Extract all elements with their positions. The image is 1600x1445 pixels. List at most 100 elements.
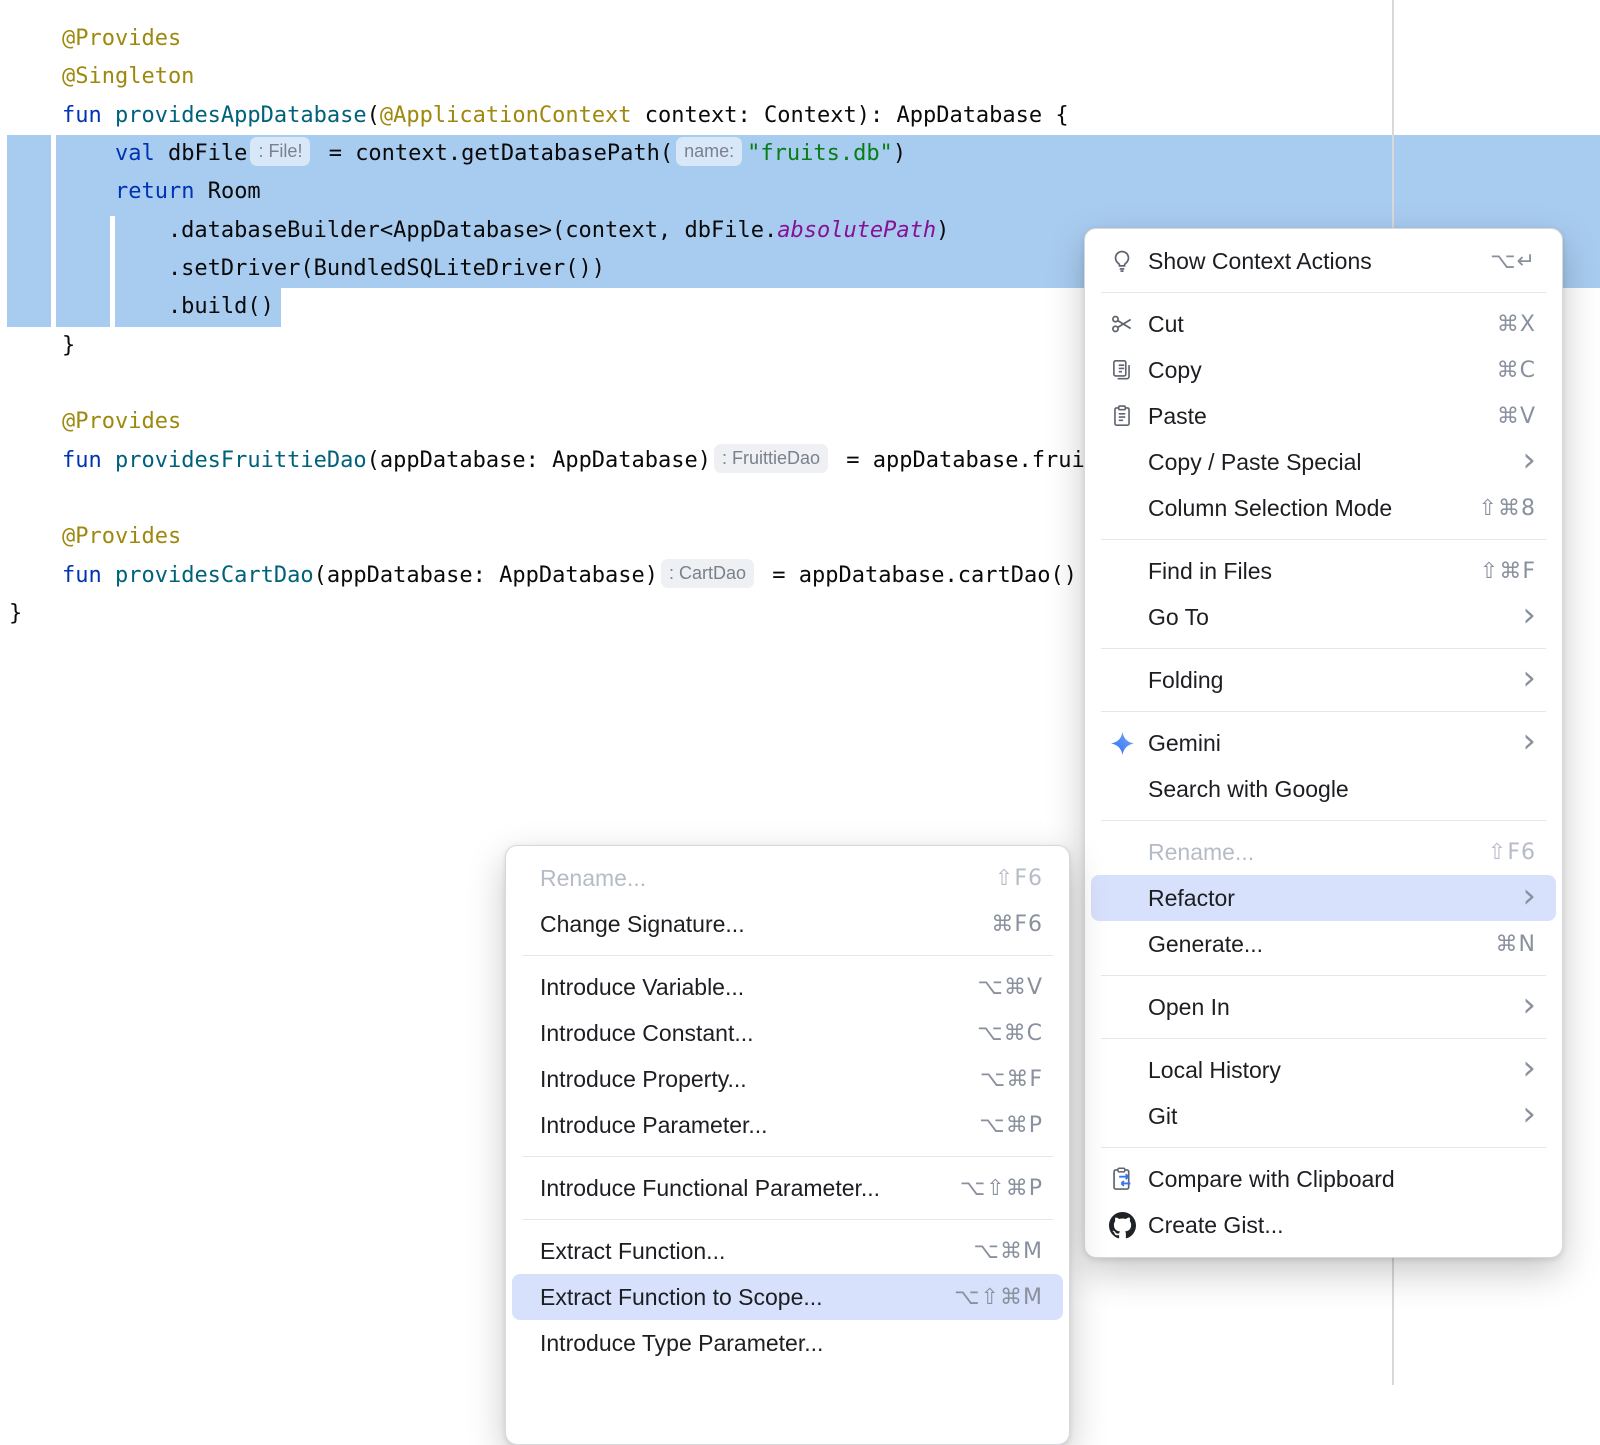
menu-item-label: Find in Files bbox=[1148, 558, 1272, 585]
shortcut-hint: ⌘C bbox=[1497, 358, 1536, 383]
code-line: @Provides bbox=[9, 403, 1204, 441]
menu-item-git[interactable]: Git› bbox=[1091, 1093, 1556, 1139]
menu-item-introduce-property[interactable]: Introduce Property...⌥⌘F bbox=[512, 1056, 1063, 1102]
shortcut-hint: ⌥⌘C bbox=[977, 1021, 1043, 1046]
menu-item-generate[interactable]: Generate... ⌘N bbox=[1091, 921, 1556, 967]
paste-icon bbox=[1109, 403, 1148, 429]
code-segment: (appDatabase: AppDatabase) bbox=[314, 563, 658, 588]
menu-item-search-with-google[interactable]: Search with Google bbox=[1091, 766, 1556, 812]
menu-item-extract-function[interactable]: Extract Function...⌥⌘M bbox=[512, 1228, 1063, 1274]
shortcut-hint: ⇧F6 bbox=[995, 866, 1043, 891]
menu-item-label: Local History bbox=[1148, 1057, 1281, 1084]
menu-item-label: Extract Function to Scope... bbox=[540, 1284, 823, 1311]
menu-item-introduce-variable[interactable]: Introduce Variable...⌥⌘V bbox=[512, 964, 1063, 1010]
code-segment: context: Context): AppDatabase { bbox=[632, 103, 1069, 128]
menu-item-find-in-files[interactable]: Find in Files ⇧⌘F bbox=[1091, 548, 1556, 594]
menu-item-introduce-type-parameter[interactable]: Introduce Type Parameter... bbox=[512, 1320, 1063, 1366]
menu-item-label: Copy / Paste Special bbox=[1148, 449, 1362, 476]
code-line: fun providesAppDatabase(@ApplicationCont… bbox=[9, 97, 1204, 135]
menu-separator bbox=[1101, 1038, 1546, 1039]
code-segment: } bbox=[9, 333, 75, 358]
code-segment: @ApplicationContext bbox=[380, 103, 632, 128]
menu-item-go-to[interactable]: Go To › bbox=[1091, 594, 1556, 640]
code-segment: Room bbox=[194, 179, 260, 204]
shortcut-hint: ⌘V bbox=[1497, 404, 1536, 429]
inlay-hint: : CartDao bbox=[661, 559, 754, 588]
shortcut-hint: ⌥⌘P bbox=[979, 1113, 1043, 1138]
menu-item-compare-with-clipboard[interactable]: Compare with Clipboard bbox=[1091, 1156, 1556, 1202]
shortcut-hint: ⌥↵ bbox=[1490, 249, 1536, 274]
menu-item-label: Show Context Actions bbox=[1148, 248, 1372, 275]
menu-item-label: Gemini bbox=[1148, 730, 1221, 757]
code-segment: providesAppDatabase bbox=[115, 103, 367, 128]
code-segment: val bbox=[115, 141, 168, 166]
code-segment bbox=[9, 448, 62, 473]
menu-item-change-signature[interactable]: Change Signature...⌘F6 bbox=[512, 901, 1063, 947]
menu-separator bbox=[1101, 820, 1546, 821]
menu-item-local-history[interactable]: Local History› bbox=[1091, 1047, 1556, 1093]
chevron-right-icon: › bbox=[1522, 731, 1536, 751]
menu-item-extract-function-to-scope[interactable]: Extract Function to Scope...⌥⇧⌘M bbox=[512, 1274, 1063, 1320]
inlay-hint: : FruittieDao bbox=[714, 444, 828, 473]
code-line: return Room bbox=[9, 173, 1204, 211]
menu-item-introduce-parameter[interactable]: Introduce Parameter...⌥⌘P bbox=[512, 1102, 1063, 1148]
code-segment: .setDriver(BundledSQLiteDriver()) bbox=[9, 256, 605, 281]
lightbulb-icon bbox=[1109, 248, 1148, 274]
menu-item-label: Change Signature... bbox=[540, 911, 745, 938]
shortcut-hint: ⇧F6 bbox=[1488, 840, 1536, 865]
menu-item-cut[interactable]: Cut ⌘X bbox=[1091, 301, 1556, 347]
code-segment: providesCartDao bbox=[115, 563, 314, 588]
menu-item-label: Go To bbox=[1148, 604, 1209, 631]
code-segment: @Provides bbox=[9, 524, 181, 549]
code-segment: = context.getDatabasePath( bbox=[315, 141, 673, 166]
icon-spacer bbox=[1109, 1057, 1148, 1083]
shortcut-hint: ⇧⌘F bbox=[1480, 559, 1536, 584]
menu-item-open-in[interactable]: Open In› bbox=[1091, 984, 1556, 1030]
icon-spacer bbox=[1109, 558, 1148, 584]
menu-item-label: Extract Function... bbox=[540, 1238, 725, 1265]
github-icon bbox=[1109, 1212, 1148, 1238]
icon-spacer bbox=[1109, 604, 1148, 630]
menu-item-show-context-actions[interactable]: Show Context Actions ⌥↵ bbox=[1091, 238, 1556, 284]
menu-item-introduce-constant[interactable]: Introduce Constant...⌥⌘C bbox=[512, 1010, 1063, 1056]
icon-spacer bbox=[1109, 776, 1148, 802]
shortcut-hint: ⌘X bbox=[1497, 312, 1536, 337]
shortcut-hint: ⌘N bbox=[1496, 932, 1536, 957]
code-segment: ( bbox=[367, 103, 380, 128]
code-segment bbox=[9, 141, 115, 166]
menu-item-column-selection-mode[interactable]: Column Selection Mode ⇧⌘8 bbox=[1091, 485, 1556, 531]
code-segment: fun bbox=[62, 448, 115, 473]
refactor-submenu: Rename... ⇧F6 Change Signature...⌘F6 Introd… bbox=[505, 845, 1070, 1445]
shortcut-hint: ⇧⌘8 bbox=[1479, 496, 1536, 521]
menu-item-label: Folding bbox=[1148, 667, 1223, 694]
menu-item-label: Rename... bbox=[540, 865, 646, 892]
code-segment: ) bbox=[936, 218, 949, 243]
menu-separator bbox=[522, 1219, 1053, 1220]
menu-item-introduce-functional-parameter[interactable]: Introduce Functional Parameter...⌥⇧⌘P bbox=[512, 1165, 1063, 1211]
menu-item-refactor[interactable]: Refactor› bbox=[1091, 875, 1556, 921]
menu-item-label: Rename... bbox=[1148, 839, 1254, 866]
code-segment: @Singleton bbox=[9, 64, 194, 89]
code-line: @Provides bbox=[9, 518, 1204, 556]
code-line: .build() bbox=[9, 288, 1204, 326]
code-line bbox=[9, 480, 1204, 518]
menu-item-label: Generate... bbox=[1148, 931, 1263, 958]
menu-separator bbox=[1101, 292, 1546, 293]
menu-item-label: Cut bbox=[1148, 311, 1184, 338]
menu-item-label: Create Gist... bbox=[1148, 1212, 1283, 1239]
menu-item-label: Column Selection Mode bbox=[1148, 495, 1392, 522]
icon-spacer bbox=[1109, 449, 1148, 475]
menu-separator bbox=[1101, 1147, 1546, 1148]
code-segment: dbFile bbox=[168, 141, 247, 166]
menu-item-paste[interactable]: Paste⌘V bbox=[1091, 393, 1556, 439]
menu-item-copy[interactable]: Copy⌘C bbox=[1091, 347, 1556, 393]
menu-item-copy-paste-special[interactable]: Copy / Paste Special › bbox=[1091, 439, 1556, 485]
menu-item-folding[interactable]: Folding › bbox=[1091, 657, 1556, 703]
compare-icon bbox=[1109, 1166, 1148, 1192]
menu-item-create-gist[interactable]: Create Gist... bbox=[1091, 1202, 1556, 1248]
menu-item-gemini[interactable]: Gemini › bbox=[1091, 720, 1556, 766]
chevron-right-icon: › bbox=[1522, 605, 1536, 625]
chevron-right-icon: › bbox=[1522, 668, 1536, 688]
code-segment bbox=[9, 179, 115, 204]
chevron-right-icon: › bbox=[1522, 450, 1536, 470]
